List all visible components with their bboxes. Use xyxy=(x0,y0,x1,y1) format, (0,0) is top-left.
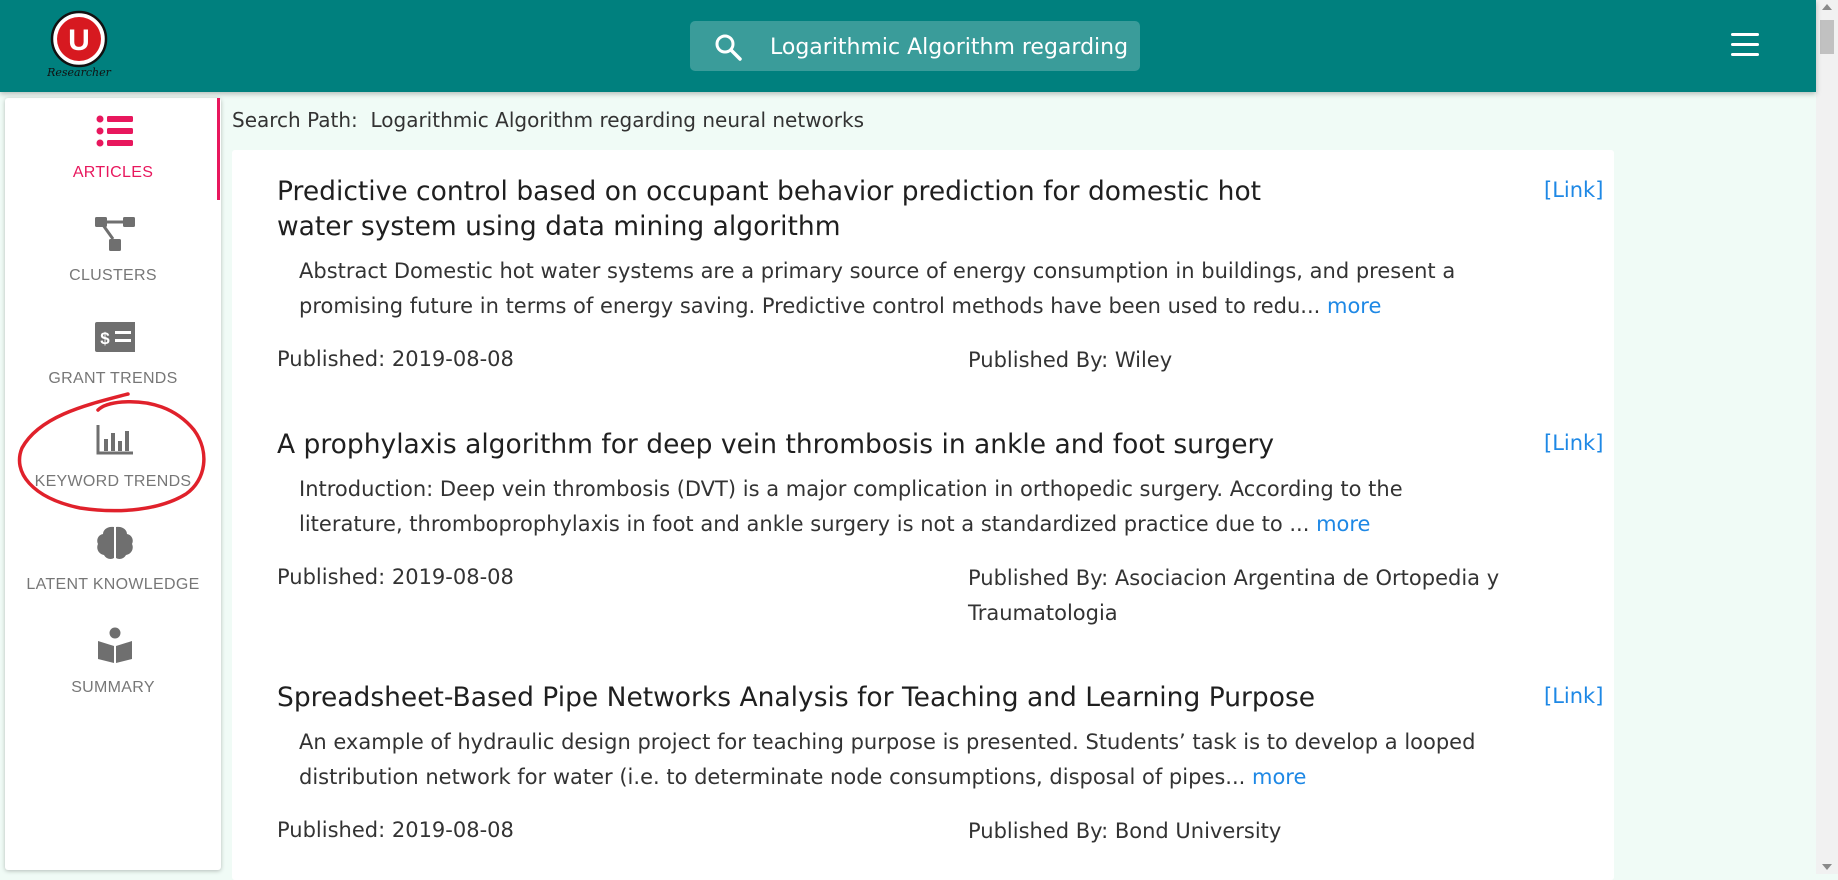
svg-text:$: $ xyxy=(100,329,110,348)
bar-chart-icon xyxy=(96,425,133,455)
sidebar-item-label: KEYWORD TRENDS xyxy=(34,473,192,490)
article-abstract: Introduction: Deep vein thrombosis (DVT)… xyxy=(299,477,1403,536)
clusters-icon xyxy=(95,217,135,251)
app-logo[interactable]: U Researcher xyxy=(46,10,112,82)
hamburger-menu-icon[interactable] xyxy=(1731,33,1761,59)
published-date: Published: 2019-08-08 xyxy=(277,565,514,589)
svg-text:U: U xyxy=(68,24,90,57)
search-icon[interactable] xyxy=(714,33,742,61)
sidebar-item-clusters[interactable]: CLUSTERS xyxy=(5,201,221,301)
sidebar-item-label: ARTICLES xyxy=(72,164,154,181)
scroll-down-arrow-icon[interactable] xyxy=(1822,864,1832,870)
more-link[interactable]: more xyxy=(1316,512,1370,536)
published-date: Published: 2019-08-08 xyxy=(277,818,514,842)
scroll-up-arrow-icon[interactable] xyxy=(1822,4,1832,10)
results-list: Predictive control based on occupant beh… xyxy=(232,150,1614,880)
published-by: Published By: Bond University xyxy=(968,819,1282,843)
reader-book-icon xyxy=(98,627,132,663)
sidebar-item-grant-trends[interactable]: $ GRANT TRENDS xyxy=(5,304,221,404)
article-link[interactable]: [Link] xyxy=(1544,178,1603,202)
article-link[interactable]: [Link] xyxy=(1544,684,1603,708)
more-link[interactable]: more xyxy=(1327,294,1381,318)
brain-icon xyxy=(97,526,133,559)
search-bar[interactable] xyxy=(690,21,1140,71)
sidebar-item-label: CLUSTERS xyxy=(69,267,157,284)
article-title[interactable]: A prophylaxis algorithm for deep vein th… xyxy=(277,427,1327,462)
article-abstract: An example of hydraulic design project f… xyxy=(299,730,1476,789)
article-link[interactable]: [Link] xyxy=(1544,431,1603,455)
search-input[interactable] xyxy=(770,33,1130,61)
sidebar-item-articles[interactable]: ARTICLES xyxy=(5,98,221,200)
sidebar-item-label: GRANT TRENDS xyxy=(48,370,178,387)
article-abstract: Abstract Domestic hot water systems are … xyxy=(299,259,1456,318)
active-indicator xyxy=(217,98,220,200)
breadcrumb: Search Path: Logarithmic Algorithm regar… xyxy=(232,108,864,132)
sidebar-nav: ARTICLES CLUSTERS $ GRANT TRENDS KEYWORD… xyxy=(5,98,221,870)
scrollbar-thumb[interactable] xyxy=(1820,20,1834,54)
more-link[interactable]: more xyxy=(1252,765,1306,789)
sidebar-item-label: LATENT KNOWLEDGE xyxy=(26,576,200,593)
published-by: Published By: Wiley xyxy=(968,348,1173,372)
sidebar-item-keyword-trends[interactable]: KEYWORD TRENDS xyxy=(5,407,221,507)
sidebar-item-summary[interactable]: SUMMARY xyxy=(5,613,221,713)
sidebar-item-latent-knowledge[interactable]: LATENT KNOWLEDGE xyxy=(5,510,221,610)
list-icon xyxy=(96,115,133,147)
breadcrumb-label: Search Path: xyxy=(232,108,358,132)
article-title[interactable]: Spreadsheet-Based Pipe Networks Analysis… xyxy=(277,680,1327,715)
logo-subtitle: Researcher xyxy=(47,66,111,79)
breadcrumb-value: Logarithmic Algorithm regarding neural n… xyxy=(370,108,865,132)
sidebar-item-label: SUMMARY xyxy=(71,679,155,696)
grant-dollar-icon: $ xyxy=(95,322,135,352)
logo-emblem-icon: U xyxy=(50,10,108,68)
published-by: Published By: Asociacion Argentina de Or… xyxy=(968,566,1500,625)
scrollbar[interactable] xyxy=(1816,0,1838,874)
article-title[interactable]: Predictive control based on occupant beh… xyxy=(277,174,1327,244)
app-header: U Researcher xyxy=(0,0,1816,92)
published-date: Published: 2019-08-08 xyxy=(277,347,514,371)
